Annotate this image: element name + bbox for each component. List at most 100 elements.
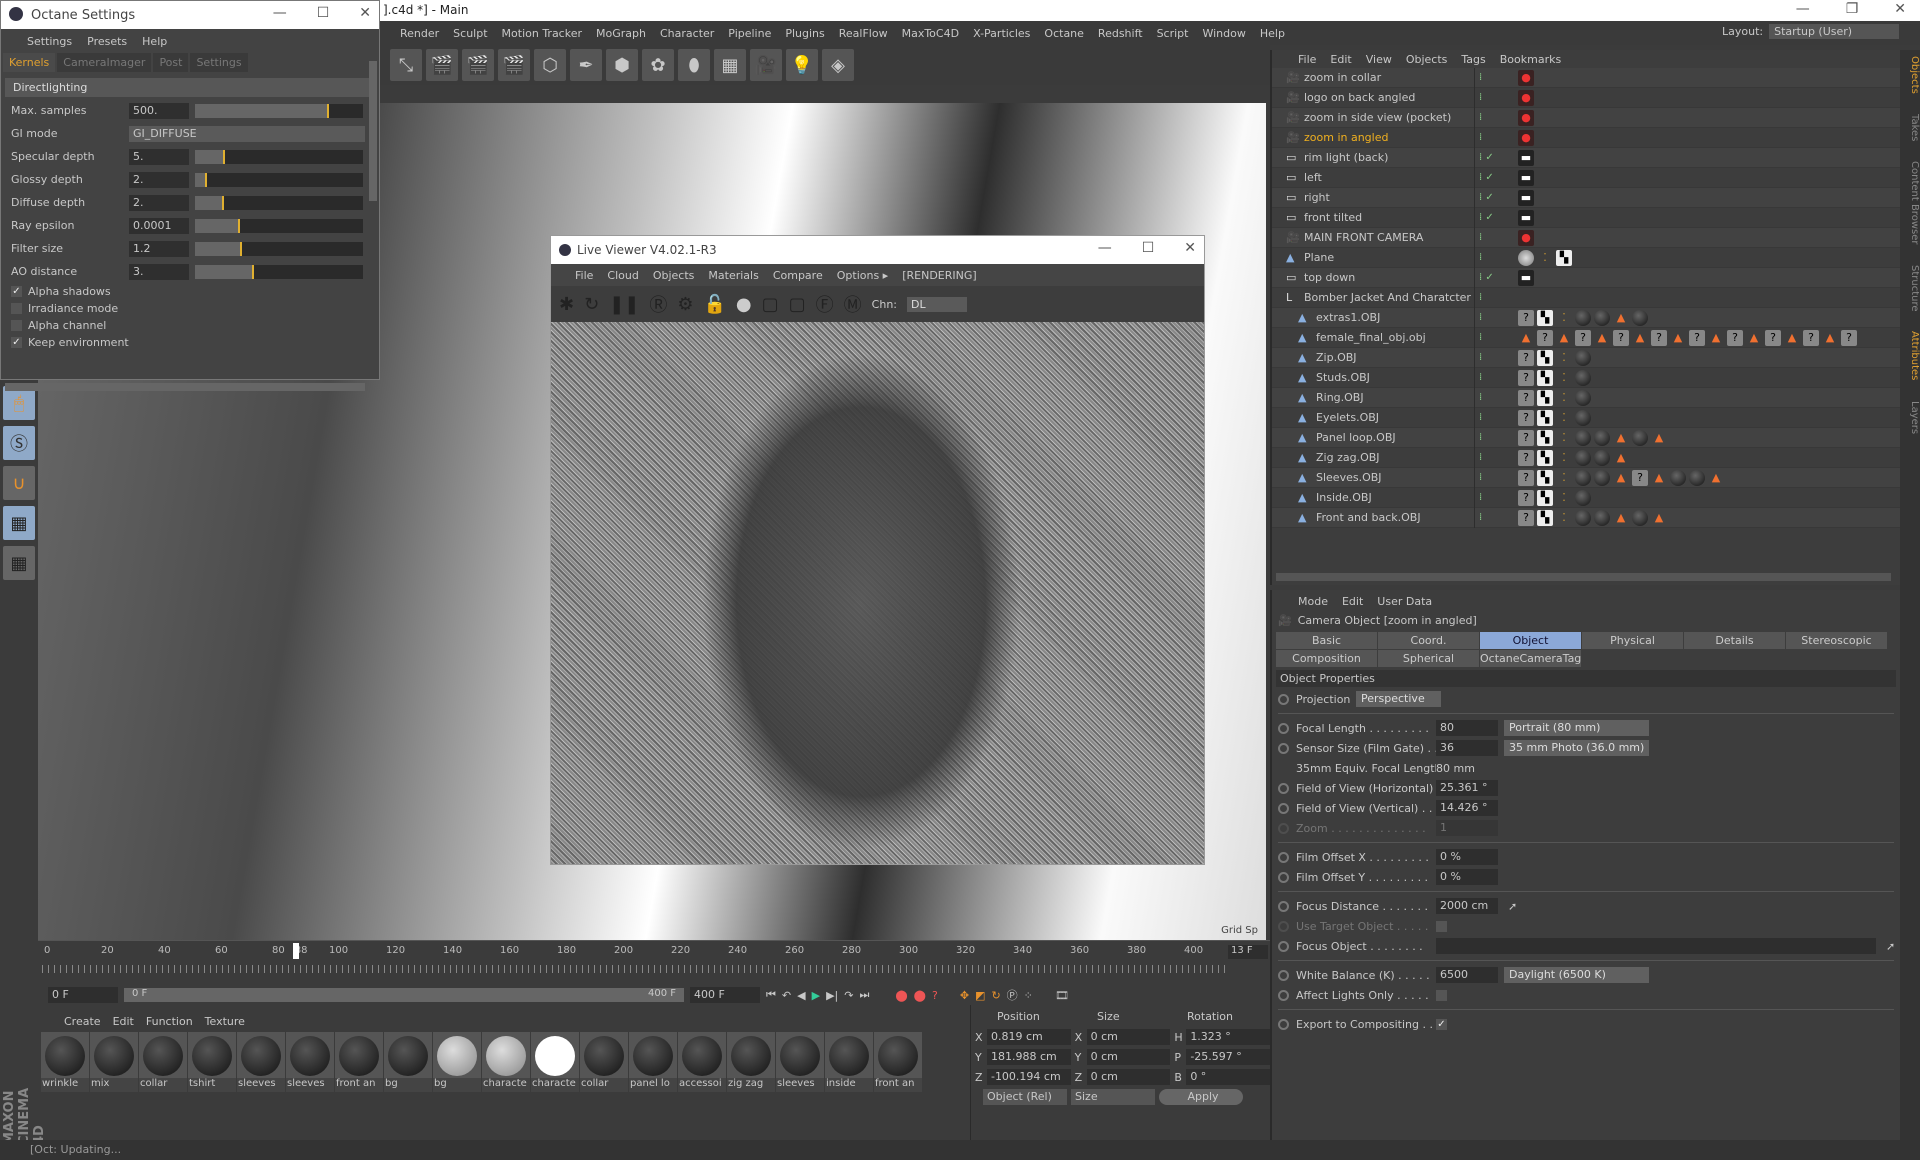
- material-swatch[interactable]: mix: [90, 1032, 138, 1092]
- object-row[interactable]: 🎥 zoom in collar ⁞ ●: [1272, 67, 1900, 88]
- go-to-start-icon[interactable]: ⏮: [766, 988, 776, 1002]
- om-menu-item[interactable]: Tags: [1461, 53, 1485, 66]
- param-key-icon[interactable]: Ⓟ: [1007, 987, 1018, 1003]
- menu-item[interactable]: Octane: [1044, 27, 1084, 40]
- object-row[interactable]: ▲ Zig zag.OBJ ⁞? ▚ ⁚ ▲: [1272, 447, 1900, 468]
- material-tag-icon[interactable]: [1632, 429, 1648, 446]
- unknown-tag-icon[interactable]: ?: [1518, 429, 1534, 446]
- attr-menu-item[interactable]: Mode: [1298, 595, 1328, 608]
- phong-tag-icon[interactable]: ▲: [1613, 450, 1629, 466]
- object-name[interactable]: Sleeves.OBJ: [1316, 471, 1474, 484]
- maximize-icon[interactable]: ☐: [317, 5, 330, 21]
- frame-icon-2[interactable]: ▢: [789, 294, 806, 315]
- camera-tag-icon[interactable]: ●: [1518, 229, 1534, 246]
- material-tag-icon[interactable]: [1575, 489, 1591, 506]
- object-row[interactable]: ▲ Sleeves.OBJ ⁞? ▚ ⁚ ▲? ▲ ▲: [1272, 467, 1900, 488]
- menu-item[interactable]: Plugins: [785, 27, 824, 40]
- checkbox-unchecked[interactable]: [1436, 989, 1447, 1001]
- attr-tab[interactable]: Coord.: [1378, 632, 1479, 649]
- param-slider[interactable]: [195, 241, 363, 256]
- phong-tag-icon[interactable]: ▲: [1613, 430, 1629, 446]
- object-name[interactable]: extras1.OBJ: [1316, 311, 1474, 324]
- object-name[interactable]: female_final_obj.obj: [1316, 331, 1474, 344]
- visibility-column[interactable]: ⁞: [1474, 387, 1514, 408]
- material-menu-item[interactable]: Texture: [205, 1015, 245, 1028]
- record-key-icon[interactable]: ⬤: [895, 989, 907, 1002]
- phong-tag-icon[interactable]: ▲: [1651, 510, 1667, 526]
- unknown-tag-icon[interactable]: ?: [1575, 329, 1591, 346]
- play-icon[interactable]: ▶: [812, 989, 820, 1002]
- visibility-column[interactable]: ⁞: [1474, 407, 1514, 428]
- settings-gear-icon[interactable]: ⚙: [677, 294, 693, 315]
- minimize-icon[interactable]: —: [273, 5, 287, 21]
- menu-item[interactable]: Window: [1202, 27, 1245, 40]
- playhead[interactable]: [292, 943, 299, 959]
- visibility-column[interactable]: ⁞: [1474, 507, 1514, 528]
- animate-radio[interactable]: [1278, 802, 1289, 814]
- animate-radio[interactable]: [1278, 722, 1289, 734]
- focal-length-field[interactable]: 80: [1436, 720, 1498, 736]
- checker-tag-icon[interactable]: ▚: [1537, 309, 1553, 326]
- light-tag-icon[interactable]: ▬: [1518, 169, 1534, 186]
- material-swatch[interactable]: panel lo: [629, 1032, 677, 1092]
- unknown-tag-icon[interactable]: ?: [1537, 329, 1553, 346]
- focus-distance-field[interactable]: 2000 cm: [1436, 898, 1498, 914]
- unknown-tag-icon[interactable]: ?: [1689, 329, 1705, 346]
- material-swatch[interactable]: sleeves: [286, 1032, 334, 1092]
- object-name[interactable]: zoom in side view (pocket): [1304, 111, 1474, 124]
- object-row[interactable]: ▲ Front and back.OBJ ⁞? ▚ ⁚ ▲ ▲: [1272, 507, 1900, 528]
- phong-tag-icon[interactable]: ▲: [1613, 510, 1629, 526]
- render-view-icon[interactable]: 🎬: [426, 49, 458, 81]
- material-swatch[interactable]: inside: [825, 1032, 873, 1092]
- apply-button[interactable]: Apply: [1159, 1089, 1243, 1105]
- unknown-tag-icon[interactable]: ?: [1518, 509, 1534, 526]
- object-name[interactable]: Zig zag.OBJ: [1316, 451, 1474, 464]
- uvw-tag-icon[interactable]: ⁚: [1537, 250, 1553, 266]
- lv-menu-item[interactable]: Cloud: [607, 269, 638, 282]
- om-menu-item[interactable]: Objects: [1406, 53, 1448, 66]
- material-swatch[interactable]: bg: [433, 1032, 481, 1092]
- size-mode-dropdown[interactable]: Size: [1071, 1089, 1155, 1105]
- attr-menu-item[interactable]: User Data: [1377, 595, 1432, 608]
- render-settings-icon[interactable]: 🎬: [498, 49, 530, 81]
- object-name[interactable]: front tilted: [1304, 211, 1474, 224]
- projection-dropdown[interactable]: Perspective: [1356, 691, 1441, 707]
- point-level-icon[interactable]: ⁘: [1024, 989, 1033, 1002]
- material-tag-icon[interactable]: [1594, 469, 1610, 486]
- cloner-icon[interactable]: ✿: [642, 49, 674, 81]
- phong-tag-icon[interactable]: ▲: [1708, 470, 1724, 486]
- material-swatch[interactable]: characte: [482, 1032, 530, 1092]
- object-name[interactable]: Zip.OBJ: [1316, 351, 1474, 364]
- light-icon[interactable]: 💡: [786, 49, 818, 81]
- coord-field[interactable]: 181.988 cm: [986, 1049, 1071, 1065]
- visibility-column[interactable]: ⁞: [1474, 107, 1514, 128]
- param-value-field[interactable]: 3.: [129, 263, 189, 280]
- material-tag-icon[interactable]: [1518, 249, 1534, 266]
- send-scene-icon[interactable]: ✱: [559, 294, 574, 315]
- checker-tag-icon[interactable]: ▚: [1537, 349, 1553, 366]
- object-row[interactable]: 🎥 zoom in side view (pocket) ⁞ ●: [1272, 107, 1900, 128]
- object-row[interactable]: ▲ Zip.OBJ ⁞? ▚ ⁚: [1272, 347, 1900, 368]
- phong-tag-icon[interactable]: ▲: [1518, 330, 1534, 346]
- minimize-icon[interactable]: —: [1098, 240, 1112, 256]
- material-swatch[interactable]: zig zag: [727, 1032, 775, 1092]
- side-tab[interactable]: Objects: [1900, 56, 1920, 94]
- octane-menu-item[interactable]: Settings: [27, 35, 72, 48]
- visibility-column[interactable]: ⁞: [1474, 327, 1514, 348]
- octane-hscrollbar[interactable]: [5, 383, 365, 391]
- uvw-tag-icon[interactable]: ⁚: [1556, 350, 1572, 366]
- om-menu-item[interactable]: View: [1366, 53, 1392, 66]
- menu-item[interactable]: Character: [660, 27, 714, 40]
- animate-radio[interactable]: [1278, 822, 1289, 834]
- menu-item[interactable]: Motion Tracker: [502, 27, 582, 40]
- unknown-tag-icon[interactable]: ?: [1518, 309, 1534, 326]
- coord-field[interactable]: -25.597 °: [1186, 1049, 1271, 1065]
- sensor-field[interactable]: 36: [1436, 740, 1498, 756]
- attr-tab[interactable]: Basic: [1276, 632, 1377, 649]
- unknown-tag-icon[interactable]: ?: [1518, 389, 1534, 406]
- material-tag-icon[interactable]: [1594, 449, 1610, 466]
- step-back-icon[interactable]: ◀: [797, 989, 805, 1002]
- material-menu-item[interactable]: Function: [146, 1015, 193, 1028]
- material-swatch[interactable]: accessoi: [678, 1032, 726, 1092]
- param-value-field[interactable]: 0.0001: [129, 217, 189, 234]
